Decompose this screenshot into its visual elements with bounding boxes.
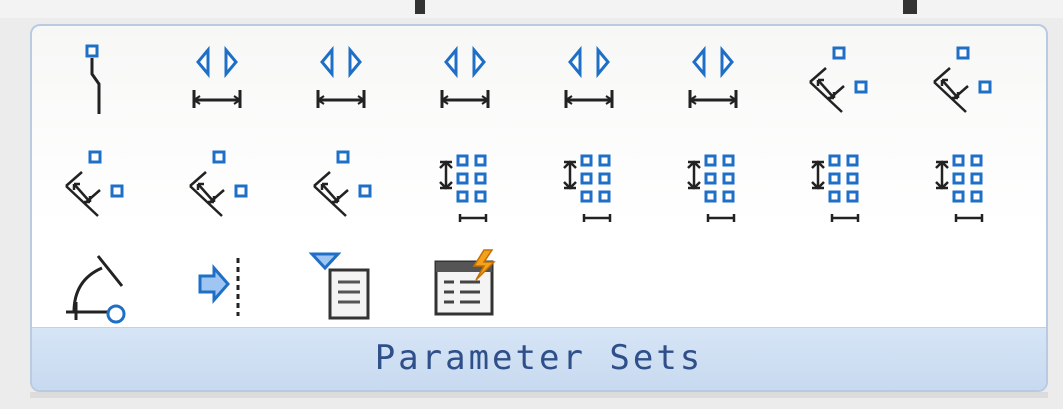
- tool-button-visibility[interactable]: [302, 244, 380, 326]
- polar-stretch-icon: [54, 142, 132, 224]
- tool-button-point-move[interactable]: [54, 38, 132, 120]
- xy-grid-icon: [922, 142, 1000, 224]
- point-grip-icon: [54, 38, 132, 120]
- flip-set-icon: [178, 244, 256, 326]
- rotation-set-icon: [54, 244, 132, 326]
- tool-grid: [54, 38, 1024, 338]
- cut-off-text-fragment-right: [903, 0, 917, 14]
- linear-flip-icon: [302, 38, 380, 120]
- linear-flip-icon: [426, 38, 504, 120]
- cut-off-text-fragment-left: [415, 0, 425, 14]
- polar-stretch-icon: [798, 38, 876, 120]
- tool-button-xy-move-box-set[interactable]: [674, 142, 752, 224]
- panel-footer[interactable]: Parameter Sets: [32, 327, 1046, 390]
- tool-button-xy-array-box-set[interactable]: [922, 142, 1000, 224]
- tool-button-xy-move[interactable]: [426, 142, 504, 224]
- tool-button-linear-array[interactable]: [426, 38, 504, 120]
- visibility-set-icon: [302, 244, 380, 326]
- tool-button-flip[interactable]: [178, 244, 256, 326]
- lookup-set-icon: [426, 244, 504, 326]
- tool-button-xy-stretch-box-set[interactable]: [798, 142, 876, 224]
- tool-button-linear-stretch[interactable]: [302, 38, 380, 120]
- tool-button-linear-stretch-pair[interactable]: [674, 38, 752, 120]
- parameter-sets-panel: Parameter Sets: [30, 24, 1048, 392]
- panel-shadow: [30, 392, 1048, 398]
- tool-button-rotation[interactable]: [54, 244, 132, 326]
- tool-button-lookup[interactable]: [426, 244, 504, 326]
- tool-button-polar-move[interactable]: [798, 38, 876, 120]
- tool-button-linear-move[interactable]: [178, 38, 256, 120]
- panel-title: Parameter Sets: [374, 338, 704, 378]
- xy-grid-icon: [674, 142, 752, 224]
- xy-grid-icon: [426, 142, 504, 224]
- linear-flip-icon: [550, 38, 628, 120]
- tool-button-linear-move-pair[interactable]: [550, 38, 628, 120]
- linear-flip-icon: [178, 38, 256, 120]
- tool-button-polar-stretch-pair[interactable]: [302, 142, 380, 224]
- xy-grid-icon: [550, 142, 628, 224]
- tool-button-polar-stretch[interactable]: [922, 38, 1000, 120]
- tool-button-xy-move-pair[interactable]: [550, 142, 628, 224]
- tool-button-polar-move-pair[interactable]: [178, 142, 256, 224]
- xy-grid-icon: [798, 142, 876, 224]
- polar-stretch-icon: [302, 142, 380, 224]
- polar-stretch-icon: [178, 142, 256, 224]
- tool-button-polar-array[interactable]: [54, 142, 132, 224]
- polar-stretch-icon: [922, 38, 1000, 120]
- linear-flip-icon: [674, 38, 752, 120]
